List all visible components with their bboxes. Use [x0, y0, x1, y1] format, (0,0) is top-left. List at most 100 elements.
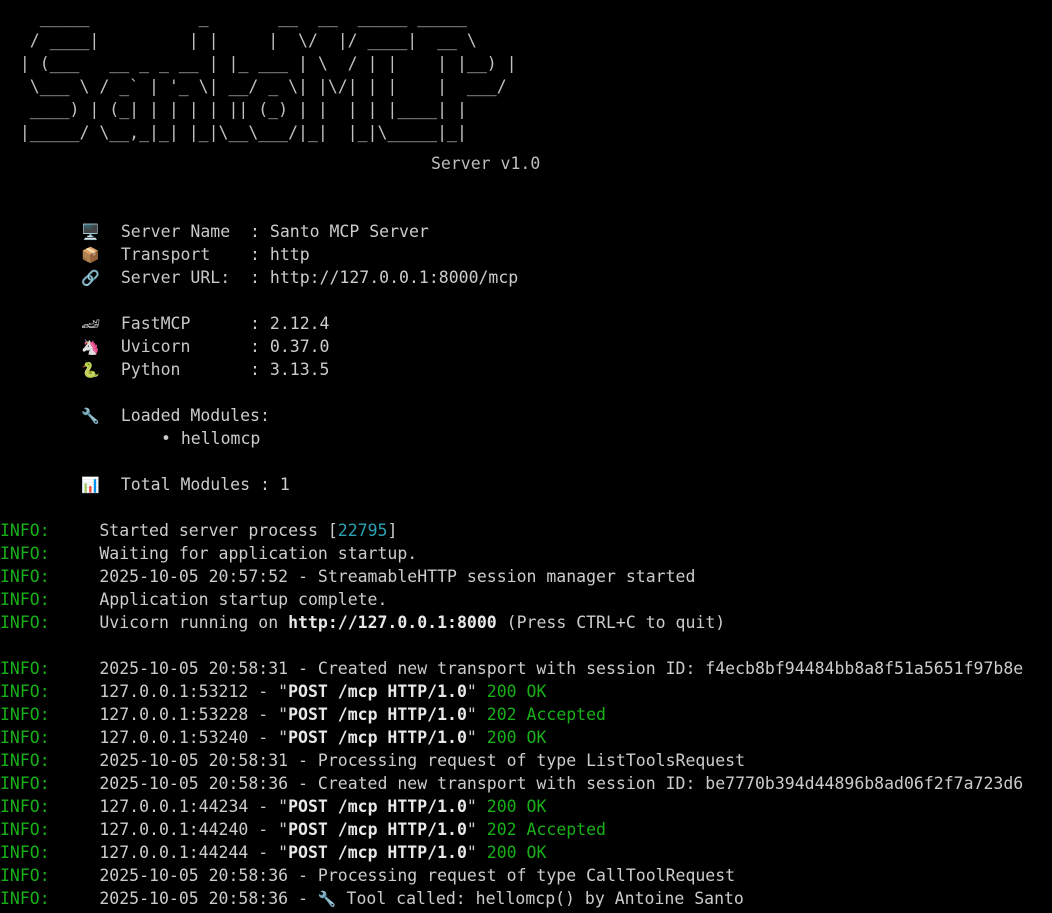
log-message: 2025-10-05 20:58:36 - Processing request…	[99, 866, 736, 885]
version-label: Uvicorn	[120, 337, 251, 356]
log-line: INFO: 127.0.0.1:44234 - "POST /mcp HTTP/…	[0, 797, 547, 816]
process-id: 22795	[337, 521, 388, 540]
log-message: 2025-10-05 20:58:36 - Created new transp…	[99, 774, 1024, 793]
log-line: INFO: Uvicorn running on http://127.0.0.…	[0, 613, 726, 632]
info-label: Transport	[120, 245, 251, 264]
terminal-window[interactable]: _____ _ __ __ _____ _____ / ____| | | | …	[0, 0, 1052, 913]
version-label: FastMCP	[120, 314, 251, 333]
log-level: INFO:	[0, 797, 50, 816]
version-value: 3.13.5	[269, 360, 330, 379]
log-level: INFO:	[0, 705, 50, 724]
http-request: POST /mcp HTTP/1.0	[288, 797, 467, 816]
log-level: INFO:	[0, 889, 50, 908]
banner-art-line: | (___ __ _ _ __ | |_ ___ | \ / | | | |_…	[0, 54, 517, 73]
module-list-item: • hellomcp	[161, 427, 260, 450]
http-request: POST /mcp HTTP/1.0	[288, 843, 467, 862]
info-value: http	[269, 245, 310, 264]
log-message: Waiting for application startup.	[99, 544, 418, 563]
http-status: 202 Accepted	[486, 705, 606, 724]
log-line: INFO: 127.0.0.1:44244 - "POST /mcp HTTP/…	[0, 843, 547, 862]
log-message: 2025-10-05 20:57:52 - StreamableHTTP ses…	[99, 567, 696, 586]
log-level: INFO:	[0, 682, 50, 701]
monitor-icon: 🖥️	[81, 223, 100, 241]
version-label: Python	[120, 360, 251, 379]
http-status: 200 OK	[486, 797, 547, 816]
info-label: Server URL:	[120, 268, 251, 287]
wrench-icon: 🔧	[317, 890, 337, 908]
info-row-server-name: 🖥️ Server Name : Santo MCP Server	[81, 220, 429, 243]
total-modules-row: 📊 Total Modules : 1	[81, 473, 290, 496]
race-car-icon: 🏎	[81, 315, 101, 333]
total-modules-label: Total Modules	[120, 475, 251, 494]
log-line: INFO: 127.0.0.1:53240 - "POST /mcp HTTP/…	[0, 728, 547, 747]
bar-chart-icon: 📊	[81, 476, 100, 494]
log-level: INFO:	[0, 521, 50, 540]
log-line: INFO: Started server process [22795]	[0, 521, 398, 540]
log-level: INFO:	[0, 728, 50, 747]
log-timestamp: 2025-10-05 20:58:36 -	[99, 889, 318, 908]
log-message: 2025-10-05 20:58:31 - Created new transp…	[99, 659, 1024, 678]
log-level: INFO:	[0, 590, 50, 609]
info-value: Santo MCP Server	[269, 222, 429, 241]
http-status: 202 Accepted	[486, 820, 606, 839]
info-row-server-url: 🔗 Server URL: : http://127.0.0.1:8000/mc…	[81, 266, 518, 289]
version-value: 0.37.0	[269, 337, 330, 356]
client-address: 127.0.0.1:53240 - "	[99, 728, 289, 747]
log-line: INFO: 127.0.0.1:44240 - "POST /mcp HTTP/…	[0, 820, 606, 839]
log-level: INFO:	[0, 843, 50, 862]
client-address: 127.0.0.1:53228 - "	[99, 705, 289, 724]
module-name: hellomcp	[180, 429, 261, 448]
running-url[interactable]: http://127.0.0.1:8000	[288, 613, 497, 632]
log-level: INFO:	[0, 544, 50, 563]
snake-icon: 🐍	[81, 361, 100, 379]
log-level: INFO:	[0, 613, 50, 632]
banner-art-line: _____ _ __ __ _____ _____	[0, 8, 487, 27]
client-address: 127.0.0.1:44244 - "	[99, 843, 289, 862]
http-request: POST /mcp HTTP/1.0	[288, 820, 467, 839]
log-line: INFO: 2025-10-05 20:58:36 - Processing r…	[0, 864, 735, 887]
server-version: Server v1.0	[431, 154, 541, 173]
log-message: 2025-10-05 20:58:31 - Processing request…	[99, 751, 746, 770]
banner-art-line: ____) | (_| | | | | || (_) | | | | |____…	[0, 100, 517, 119]
log-level: INFO:	[0, 751, 50, 770]
log-line: INFO: 127.0.0.1:53212 - "POST /mcp HTTP/…	[0, 682, 547, 701]
loaded-modules-heading: 🔧 Loaded Modules:	[81, 404, 270, 427]
unicorn-icon: 🦄	[81, 338, 100, 356]
http-status: 200 OK	[486, 682, 547, 701]
link-icon: 🔗	[81, 269, 100, 287]
package-icon: 📦	[81, 246, 100, 264]
log-line: INFO: 2025-10-05 20:57:52 - StreamableHT…	[0, 565, 695, 588]
log-level: INFO:	[0, 820, 50, 839]
total-modules-value: 1	[279, 475, 290, 494]
banner-art-line: |_____/ \__,_|_| |_|\__\___/|_| |_|\____…	[0, 123, 517, 142]
info-row-transport: 📦 Transport : http	[81, 243, 310, 266]
http-request: POST /mcp HTTP/1.0	[288, 728, 467, 747]
http-status: 200 OK	[486, 843, 547, 862]
log-line: INFO: 2025-10-05 20:58:31 - Created new …	[0, 657, 1023, 680]
log-message: Application startup complete.	[99, 590, 388, 609]
client-address: 127.0.0.1:53212 - "	[99, 682, 289, 701]
log-line: INFO: 2025-10-05 20:58:31 - Processing r…	[0, 749, 745, 772]
log-line: INFO: Waiting for application startup.	[0, 542, 417, 565]
version-row-python: 🐍 Python : 3.13.5	[81, 358, 330, 381]
server-url-value[interactable]: http://127.0.0.1:8000/mcp	[270, 268, 518, 287]
wrench-icon: 🔧	[81, 407, 100, 425]
version-row-uvicorn: 🦄 Uvicorn : 0.37.0	[81, 335, 330, 358]
log-message: Tool called: hellomcp() by Antoine Santo	[336, 889, 744, 908]
log-level: INFO:	[0, 774, 50, 793]
log-level: INFO:	[0, 659, 50, 678]
modules-heading-label: Loaded Modules:	[120, 406, 270, 425]
version-row-fastmcp: 🏎 FastMCP : 2.12.4	[81, 312, 330, 335]
log-line: INFO: 127.0.0.1:53228 - "POST /mcp HTTP/…	[0, 705, 606, 724]
http-request: POST /mcp HTTP/1.0	[288, 682, 467, 701]
banner-art-line: \___ \ / _` | '_ \| __/ _ \| |\/| | | | …	[0, 77, 517, 96]
client-address: 127.0.0.1:44234 - "	[99, 797, 289, 816]
http-request: POST /mcp HTTP/1.0	[288, 705, 467, 724]
log-level: INFO:	[0, 567, 50, 586]
info-label: Server Name	[120, 222, 251, 241]
log-level: INFO:	[0, 866, 50, 885]
http-status: 200 OK	[486, 728, 547, 747]
banner-art-line: / ____| | | | \/ |/ ____| __ \	[0, 31, 487, 50]
bullet: •	[161, 429, 171, 448]
version-value: 2.12.4	[269, 314, 330, 333]
